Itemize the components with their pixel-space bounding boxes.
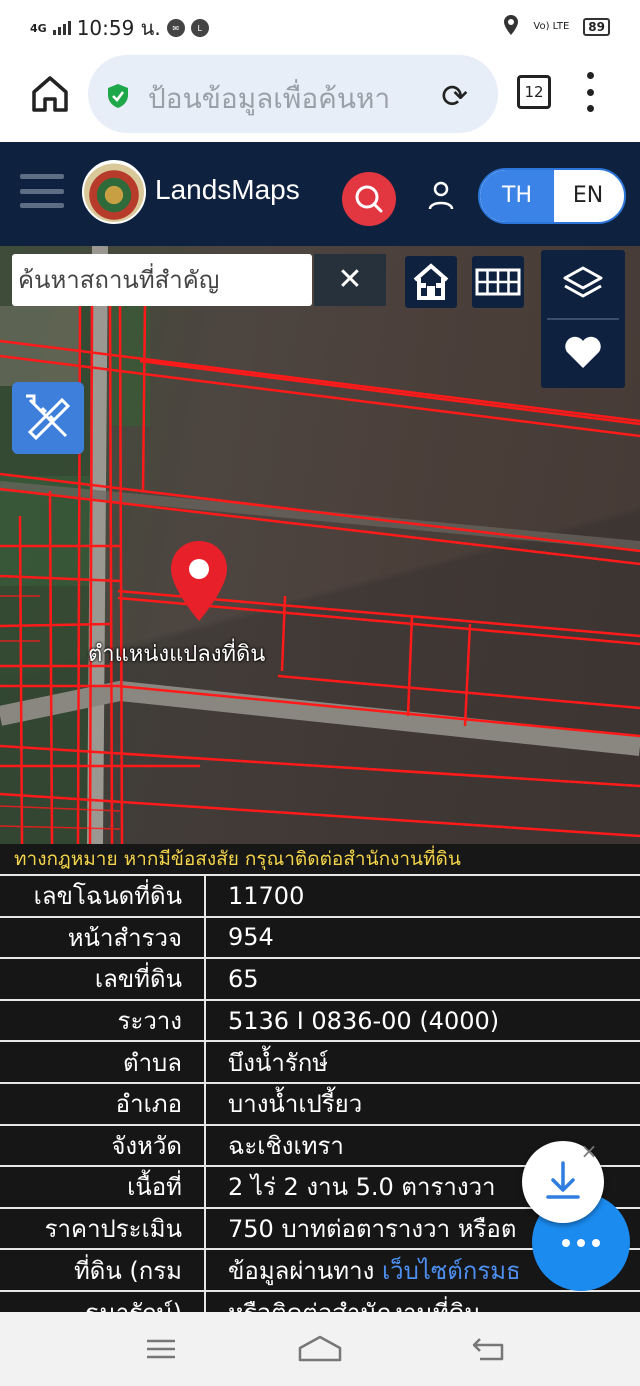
recent-apps-icon[interactable] [143, 1334, 187, 1364]
lang-th-button[interactable]: TH [480, 170, 554, 222]
home-map-button[interactable] [405, 256, 457, 308]
row-label: เลขที่ดิน [0, 957, 206, 1000]
lang-en-button[interactable]: EN [552, 170, 624, 222]
search-icon [355, 185, 383, 213]
status-bar: 4G 10:59 น. ✉ L Vo) LTE 89 [0, 0, 640, 52]
row-value: 5136 I 0836-00 (4000) [205, 998, 640, 1042]
network-type: 4G [30, 21, 47, 35]
ruler-pencil-icon [26, 394, 71, 441]
messenger-icon: ✉ [166, 19, 185, 37]
row-value: หรือติดต่อสำนักงานที่ดิน [205, 1289, 640, 1312]
home-nav-icon[interactable] [298, 1334, 342, 1364]
row-value: 11700 [205, 874, 640, 917]
clock: 10:59 น. [76, 16, 161, 40]
language-toggle: TH EN [478, 168, 626, 224]
table-row: ระวาง 5136 I 0836-00 (4000) [0, 998, 640, 1042]
row-label: ระวาง [0, 998, 206, 1042]
app-header: LandsMaps TH EN [0, 142, 640, 246]
row-label: ธนารักษ์) [0, 1289, 206, 1312]
app-brand: LandsMaps [155, 174, 300, 205]
row-label: ที่ดิน (กรม [0, 1248, 206, 1291]
tab-count-button[interactable]: 12 [517, 75, 551, 109]
volte-icon: Vo) LTE [533, 21, 570, 32]
table-row: ตำบล บึงน้ำรักษ์ [0, 1040, 640, 1083]
row-value: 954 [205, 915, 640, 959]
row-label: ราคาประเมิน [0, 1206, 206, 1250]
line-icon: L [190, 19, 209, 37]
row-value: บึงน้ำรักษ์ [205, 1040, 640, 1083]
legal-notice: ทางกฎหมาย หากมีข้อสงสัย กรุณาติดต่อสำนัก… [0, 844, 640, 874]
table-row: ธนารักษ์)หรือติดต่อสำนักงานที่ดิน [0, 1289, 640, 1312]
row-label: อำเภอ [0, 1081, 206, 1125]
battery-icon: 89 [583, 18, 610, 36]
hamburger-menu-icon[interactable] [20, 174, 64, 208]
more-menu-icon[interactable] [582, 72, 598, 112]
signal-icon [52, 21, 71, 35]
layer-panel [541, 250, 625, 388]
department-logo [82, 160, 146, 224]
map-view[interactable]: ค้นหาสถานที่สำคัญ ✕ ตำแหน่งแปลงที่ดิน [0, 246, 640, 844]
map-pin-icon[interactable] [168, 539, 230, 623]
row-label: เลขโฉนดที่ดิน [0, 874, 206, 917]
back-icon[interactable] [470, 1334, 514, 1364]
system-nav-bar [0, 1312, 640, 1386]
reload-icon[interactable]: ⟳ [441, 77, 468, 115]
layers-icon[interactable] [561, 262, 605, 306]
measure-tool-button[interactable] [12, 382, 84, 454]
pin-label: ตำแหน่งแปลงที่ดิน [88, 642, 266, 667]
grid-button[interactable] [472, 256, 524, 308]
house-icon [413, 263, 449, 300]
treasury-website-link[interactable]: เว็บไซต์กรมธ [382, 1257, 521, 1285]
browser-toolbar: ป้อนข้อมูลเพื่อค้นหา ⟳ 12 [0, 52, 640, 142]
clear-search-button[interactable]: ✕ [314, 254, 386, 306]
table-row: อำเภอ บางน้ำเปรี้ยว [0, 1081, 640, 1125]
table-row: เลขที่ดิน 65 [0, 957, 640, 1000]
search-button[interactable] [342, 172, 396, 226]
address-placeholder: ป้อนข้อมูลเพื่อค้นหา [148, 82, 391, 115]
row-label: ตำบล [0, 1040, 206, 1083]
table-row: เลขโฉนดที่ดิน 11700 [0, 874, 640, 917]
address-bar[interactable]: ป้อนข้อมูลเพื่อค้นหา ⟳ [88, 55, 498, 133]
location-icon [503, 14, 519, 40]
table-row: หน้าสำรวจ 954 [0, 915, 640, 959]
row-value-text: ข้อมูลผ่านทาง [228, 1256, 382, 1285]
row-value: บางน้ำเปรี้ยว [205, 1081, 640, 1125]
row-value: 65 [205, 957, 640, 1000]
close-icon[interactable]: × [578, 1140, 600, 1162]
row-label: เนื้อที่ [0, 1165, 206, 1208]
row-label: จังหวัด [0, 1123, 206, 1167]
row-label: หน้าสำรวจ [0, 915, 206, 959]
place-search-input[interactable]: ค้นหาสถานที่สำคัญ [12, 254, 312, 306]
user-icon[interactable] [426, 179, 456, 213]
grid-icon [475, 268, 521, 296]
shield-icon [106, 83, 130, 109]
home-icon[interactable] [30, 74, 70, 114]
heart-icon[interactable] [563, 334, 603, 370]
